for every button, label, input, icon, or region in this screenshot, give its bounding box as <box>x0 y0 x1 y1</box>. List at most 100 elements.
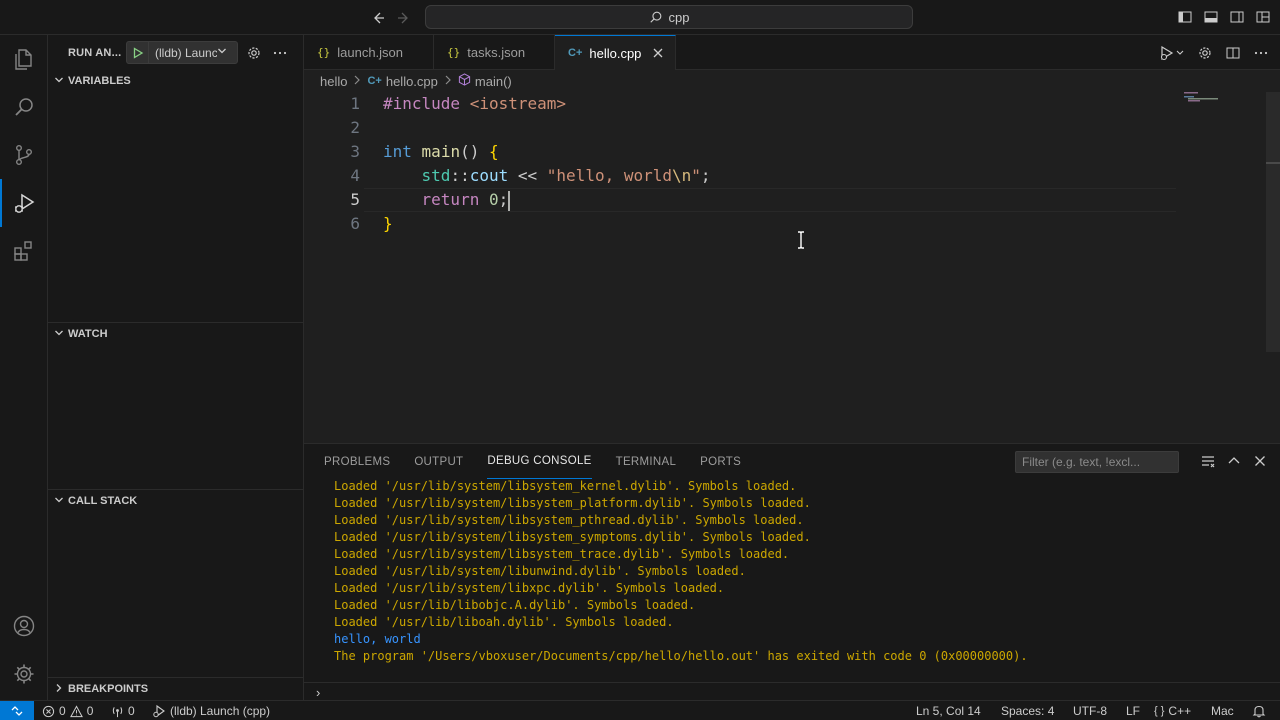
json-icon: {} <box>447 46 461 59</box>
console-line: Loaded '/usr/lib/system/libsystem_kernel… <box>334 479 797 493</box>
line-number: 4 <box>350 166 360 185</box>
watch-label: WATCH <box>68 327 108 340</box>
debug-icon <box>153 704 165 718</box>
sidebar-title: RUN AN... <box>68 46 122 59</box>
status-bar: 0 0 0 (lldb) Launch (cpp) Ln 5, Col 14 S… <box>0 700 1280 720</box>
run-and-debug-icon[interactable] <box>0 179 48 227</box>
editor-scrollbar[interactable] <box>1266 92 1280 352</box>
gear-icon[interactable] <box>1196 44 1214 62</box>
tab-problems[interactable]: PROBLEMS <box>324 444 390 479</box>
customize-layout-icon[interactable] <box>1254 8 1272 26</box>
console-filter-input[interactable]: Filter (e.g. text, !excl... <box>1015 451 1179 473</box>
chevron-right-icon <box>444 75 452 88</box>
breadcrumb-folder[interactable]: hello <box>320 74 347 89</box>
tab-label: tasks.json <box>467 45 526 60</box>
code-line: } <box>383 214 393 233</box>
tab-tasks-json[interactable]: {} tasks.json <box>434 35 555 70</box>
run-debug-file-icon[interactable] <box>1158 44 1186 62</box>
remote-indicator-icon[interactable] <box>0 701 34 720</box>
split-editor-icon[interactable] <box>1224 44 1242 62</box>
back-arrow-icon[interactable] <box>368 8 388 28</box>
console-line-program-output: hello, world <box>334 632 421 646</box>
line-number: 6 <box>350 214 360 233</box>
debug-config-status[interactable]: (lldb) Launch (cpp) <box>152 701 270 720</box>
more-actions-icon[interactable] <box>271 44 289 62</box>
chevron-down-icon <box>54 328 68 340</box>
chevron-right-icon <box>353 75 361 88</box>
toggle-primary-sidebar-icon[interactable] <box>1176 8 1194 26</box>
code-line: int main() { <box>383 142 499 161</box>
warning-count: 0 <box>86 704 94 718</box>
command-center-search[interactable]: cpp <box>425 5 913 29</box>
accounts-icon[interactable] <box>0 602 48 650</box>
breadcrumb: hello C+ hello.cpp main() <box>304 70 1280 92</box>
toggle-panel-icon[interactable] <box>1202 8 1220 26</box>
line-number: 3 <box>350 142 360 161</box>
ports-count: 0 <box>128 704 135 718</box>
code-content[interactable]: #include <iostream> int main() { std::co… <box>383 92 1183 236</box>
console-line: The program '/Users/vboxuser/Documents/c… <box>334 649 1028 663</box>
cpp-icon: C+ <box>367 75 382 87</box>
console-line: Loaded '/usr/lib/liboah.dylib'. Symbols … <box>334 615 674 629</box>
source-control-icon[interactable] <box>0 131 48 179</box>
problems-status[interactable]: 0 0 <box>42 701 93 720</box>
line-number: 5 <box>350 190 360 209</box>
console-line: Loaded '/usr/lib/system/libsystem_trace.… <box>334 547 790 561</box>
eol-status[interactable]: LF <box>1126 701 1140 720</box>
forward-arrow-icon[interactable] <box>394 8 414 28</box>
encoding-status[interactable]: UTF-8 <box>1073 701 1107 720</box>
launch-config-dropdown[interactable]: (lldb) Launch <box>126 41 238 64</box>
error-count: 0 <box>59 704 66 718</box>
tab-hello-cpp[interactable]: C+ hello.cpp <box>555 35 676 70</box>
tab-launch-json[interactable]: {} launch.json <box>304 35 434 70</box>
tab-terminal[interactable]: TERMINAL <box>616 444 677 479</box>
platform-status[interactable]: Mac <box>1211 701 1234 720</box>
line-number-gutter: 1 2 3 4 5 6 <box>304 92 364 236</box>
search-icon <box>649 11 661 23</box>
search-icon[interactable] <box>0 83 48 131</box>
minimap[interactable] <box>1180 92 1270 152</box>
gear-icon[interactable] <box>245 44 263 62</box>
tab-ports[interactable]: PORTS <box>700 444 741 479</box>
json-icon: {} <box>317 46 331 59</box>
launch-config-name: (lldb) Launch <box>155 45 217 60</box>
clear-console-icon[interactable] <box>1200 453 1216 469</box>
ports-status[interactable]: 0 <box>111 701 135 720</box>
toggle-secondary-sidebar-icon[interactable] <box>1228 8 1246 26</box>
line-number: 1 <box>350 94 360 113</box>
text-cursor <box>508 190 511 211</box>
tab-output[interactable]: OUTPUT <box>414 444 463 479</box>
more-actions-icon[interactable] <box>1252 44 1270 62</box>
close-panel-icon[interactable] <box>1252 453 1268 469</box>
cpp-icon: C+ <box>568 47 583 59</box>
close-icon[interactable] <box>653 45 663 61</box>
extensions-icon[interactable] <box>0 227 48 275</box>
variables-section-header[interactable]: VARIABLES <box>48 70 303 92</box>
console-line: Loaded '/usr/lib/libobjc.A.dylib'. Symbo… <box>334 598 696 612</box>
tab-debug-console[interactable]: DEBUG CONSOLE <box>487 444 592 479</box>
mouse-cursor-icon <box>796 231 806 253</box>
start-debugging-icon[interactable] <box>127 42 149 63</box>
code-line: std::cout << "hello, world\n"; <box>421 166 711 185</box>
cursor-position-status[interactable]: Ln 5, Col 14 <box>916 701 981 720</box>
language-label: C++ <box>1168 704 1192 718</box>
activity-bar <box>0 35 48 700</box>
maximize-panel-icon[interactable] <box>1226 453 1242 469</box>
scrollbar-marker <box>1266 162 1280 164</box>
breakpoints-section-header[interactable]: BREAKPOINTS <box>48 677 303 699</box>
notifications-bell-icon[interactable] <box>1252 701 1266 720</box>
watch-section-header[interactable]: WATCH <box>48 322 303 344</box>
chevron-right-icon <box>54 683 68 695</box>
editor-tab-bar: {} launch.json {} tasks.json C+ hello.cp… <box>304 35 1280 70</box>
breadcrumb-file[interactable]: hello.cpp <box>386 74 438 89</box>
code-editor[interactable]: 1 2 3 4 5 6 #include <iostream> int main… <box>304 92 1280 443</box>
manage-gear-icon[interactable] <box>0 650 48 698</box>
explorer-icon[interactable] <box>0 35 48 83</box>
call-stack-section-header[interactable]: CALL STACK <box>48 489 303 511</box>
debug-console-input[interactable]: › <box>304 682 1280 701</box>
breadcrumb-symbol[interactable]: main() <box>475 74 512 89</box>
title-bar: cpp <box>0 0 1280 35</box>
language-status[interactable]: { } C++ <box>1154 701 1191 720</box>
indentation-status[interactable]: Spaces: 4 <box>1001 701 1054 720</box>
